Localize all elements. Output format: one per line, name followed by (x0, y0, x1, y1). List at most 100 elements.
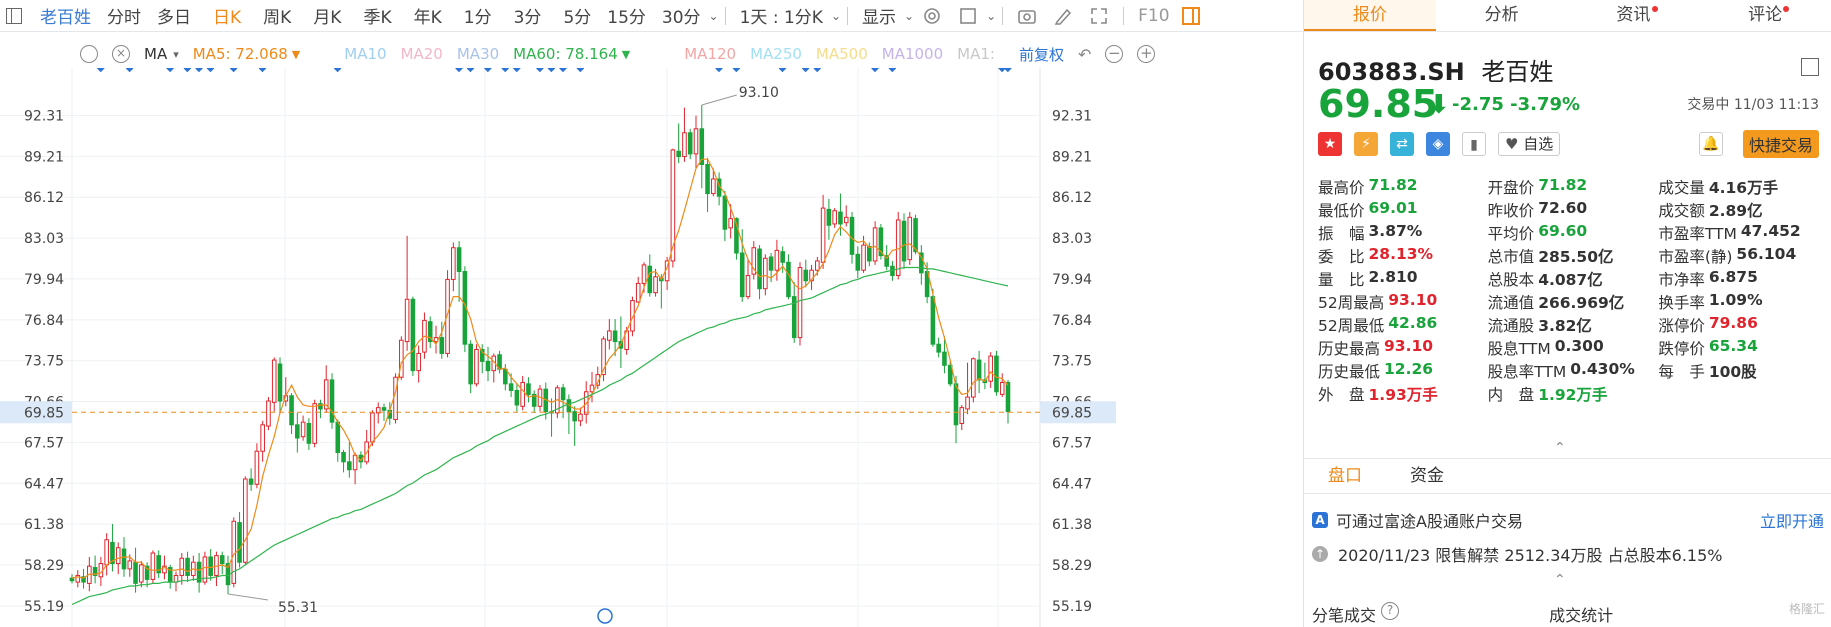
kline-chart[interactable]: ◆ ◆ ◆ ◆ ◆ ◆ ◆ ◆ ◆ ◆ ◆ ◆ ◆ ◆ ◆ ◆ ◆ ◆ ◆ ◆ ◆ ◆ ◆ ◆ ◆ ◆◆ 92.31 92.3189… (0, 68, 1303, 627)
collapse-caret-icon[interactable]: ⌃ (1554, 572, 1566, 588)
ma30-label: MA30 (456, 45, 500, 63)
candle-body (173, 574, 179, 583)
connect-icon[interactable]: ⇄ (1390, 132, 1414, 156)
quick-trade-button[interactable]: 快捷交易 (1742, 130, 1819, 158)
chevron-down-icon[interactable]: ▾ (173, 48, 179, 61)
tab-5min[interactable]: 5分 (555, 3, 599, 28)
tab-analysis[interactable]: 分析 (1436, 0, 1568, 31)
stat-value: 285.50亿 (1538, 248, 1614, 266)
sidebar-toggle-icon[interactable] (6, 7, 22, 24)
y-tick-label: 86.12 (1052, 190, 1092, 206)
stats-row: 振 幅 3.87% 平均价 69.60 市盈率TTM 47.452 (1318, 222, 1828, 245)
stat-value: 1.93万手 (1368, 386, 1438, 404)
candle-body (971, 358, 976, 398)
down-arrow-icon: ⬇ (1428, 90, 1450, 120)
close-icon[interactable]: × (112, 45, 130, 63)
candle-body (341, 452, 346, 463)
tab-month-k[interactable]: 月K (305, 3, 349, 28)
lightning-icon[interactable]: ⚡ (1354, 132, 1378, 156)
panel-subtabs: 盘口 资金 (1304, 458, 1831, 494)
undo-icon[interactable]: ↶ (1078, 45, 1091, 64)
candle-body (260, 424, 265, 452)
tab-quote[interactable]: 报价 (1304, 0, 1436, 31)
help-icon[interactable]: ? (1381, 602, 1400, 620)
tag-icon[interactable]: ◈ (1426, 132, 1450, 156)
pen-icon[interactable] (1053, 6, 1073, 26)
candle-body (266, 400, 271, 427)
candle-body (780, 251, 785, 263)
bookmark-icon[interactable]: ▮ (1462, 132, 1486, 156)
panel-collapse-icon[interactable] (1801, 58, 1819, 76)
ma60-dropdown-icon[interactable]: ▼ (622, 48, 630, 61)
candle-body (907, 216, 913, 261)
china-flag-icon[interactable]: ★ (1318, 132, 1342, 156)
display-menu[interactable]: 显示 (854, 3, 904, 28)
zoom-in-icon[interactable]: + (1137, 45, 1156, 63)
candle-body (728, 218, 733, 229)
zoom-out-icon[interactable]: − (1105, 45, 1124, 63)
settings-icon[interactable] (80, 45, 98, 63)
tab-30min[interactable]: 30分 (654, 3, 709, 28)
candle-body (953, 383, 959, 426)
stat-cell: 52周最低 42.86 (1318, 314, 1488, 337)
chevron-down-icon[interactable]: ⌄ (904, 9, 914, 23)
event-marker-icon: ◆ (559, 68, 567, 74)
draw-rect-icon[interactable] (958, 6, 978, 26)
tab-day-k[interactable]: 日K (205, 3, 249, 28)
y-tick-label: 67.57 (1052, 435, 1092, 451)
camera-icon[interactable] (1017, 6, 1037, 26)
stat-cell: 量 比 2.810 (1318, 268, 1488, 291)
quote-stats: 最高价 71.82 开盘价 71.82 成交量 4.16万手 最低价 69.01 昨收价 72.6… (1318, 176, 1828, 406)
tab-news[interactable]: 资讯 (1568, 0, 1700, 31)
event-marker-icon: ◆ (802, 68, 810, 74)
candle-body (295, 424, 300, 439)
stat-label: 内 盘 (1487, 386, 1535, 404)
candle-body (451, 247, 456, 280)
tab-fenbi[interactable]: 分笔成交 (1312, 602, 1376, 626)
ma5-dropdown-icon[interactable]: ▼ (292, 48, 300, 61)
candle-body (572, 411, 577, 422)
open-account-link[interactable]: 立即开通 (1760, 508, 1824, 532)
event-marker-icon: ◆ (467, 68, 475, 74)
chevron-down-icon[interactable]: ⌄ (831, 9, 841, 23)
y-tick-label: 64.47 (1052, 476, 1092, 492)
range-select[interactable]: 1天 : 1分K (732, 3, 831, 28)
candle-body (237, 522, 242, 563)
chevron-down-icon[interactable]: ⌄ (709, 9, 719, 23)
adjust-select[interactable]: 前复权 (1019, 44, 1064, 65)
collapse-caret-icon[interactable]: ⌃ (1554, 440, 1566, 456)
tab-season-k[interactable]: 季K (355, 3, 399, 28)
tab-comments[interactable]: 评论 (1699, 0, 1831, 31)
bell-icon[interactable]: 🔔 (1699, 132, 1723, 156)
tab-3min[interactable]: 3分 (506, 3, 550, 28)
stat-cell: 最低价 69.01 (1318, 199, 1488, 222)
stat-cell: 市盈率TTM 47.452 (1658, 222, 1828, 245)
tab-fenshi[interactable]: 分时 (99, 3, 149, 28)
stat-label: 量 比 (1318, 271, 1365, 289)
chevron-down-icon[interactable]: ⌄ (986, 9, 996, 23)
stat-label: 股息率TTM (1487, 363, 1567, 381)
tab-pankou[interactable]: 盘口 (1304, 459, 1386, 493)
candle-body (300, 421, 306, 438)
tab-stats[interactable]: 成交统计 (1549, 602, 1613, 626)
tab-duori[interactable]: 多日 (149, 3, 199, 28)
event-marker-icon: ◆ (888, 68, 896, 74)
fullscreen-icon[interactable] (1089, 6, 1109, 26)
ma1-label: MA1: (957, 45, 995, 63)
ma-type-select[interactable]: MA (144, 45, 167, 63)
tab-week-k[interactable]: 周K (255, 3, 299, 28)
settings-icon[interactable] (922, 6, 942, 26)
stat-label: 流通股 (1487, 317, 1535, 335)
candle-body (832, 210, 837, 225)
tab-year-k[interactable]: 年K (406, 3, 450, 28)
tab-15min[interactable]: 15分 (599, 3, 654, 28)
tab-1min[interactable]: 1分 (456, 3, 500, 28)
f10-button[interactable]: F10 (1130, 6, 1177, 26)
stock-name-tab[interactable]: 老百姓 (32, 3, 99, 28)
tab-zijin[interactable]: 资金 (1386, 459, 1468, 493)
watchlist-button[interactable]: ♥ 自选 (1498, 132, 1561, 156)
candle-body (404, 298, 410, 343)
stat-label: 历史最高 (1318, 340, 1381, 358)
panel-toggle-icon[interactable] (1181, 6, 1200, 25)
stat-label: 换手率 (1658, 294, 1705, 312)
